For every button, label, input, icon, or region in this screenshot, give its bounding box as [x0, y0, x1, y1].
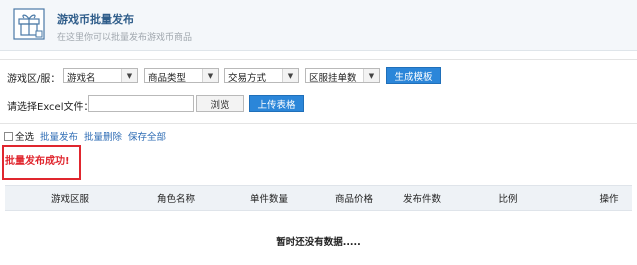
chevron-down-icon: ▼ [282, 69, 298, 82]
batch-actions: 全选 批量发布 批量删除 保存全部 [4, 129, 172, 143]
save-all-link[interactable]: 保存全部 [128, 129, 166, 143]
page-title: 游戏币批量发布 [57, 13, 134, 26]
count-select[interactable]: 区服挂单数 ▼ [305, 68, 380, 84]
column-header-price: 商品价格 [334, 194, 374, 205]
browse-button[interactable]: 浏览 [196, 95, 244, 112]
gift-box-icon [13, 8, 45, 40]
excel-file-input[interactable] [88, 95, 194, 112]
divider [0, 123, 637, 124]
column-header-role-name: 角色名称 [156, 194, 196, 205]
chevron-down-icon: ▼ [363, 69, 379, 82]
type-select[interactable]: 商品类型 ▼ [144, 68, 219, 84]
game-select-value: 游戏名 [67, 73, 96, 84]
upload-table-button[interactable]: 上传表格 [249, 95, 304, 112]
table-header: 游戏区服 角色名称 单件数量 商品价格 发布件数 比例 操作 [5, 185, 632, 211]
column-header-actions: 操作 [599, 194, 619, 205]
column-header-unit-quantity: 单件数量 [249, 194, 289, 205]
game-select[interactable]: 游戏名 ▼ [63, 68, 138, 84]
column-header-region: 游戏区服 [50, 194, 90, 205]
select-all-label: 全选 [15, 132, 35, 143]
column-header-ratio: 比例 [498, 194, 518, 205]
column-header-publish-count: 发布件数 [402, 194, 442, 205]
excel-label: 请选择Excel文件： [7, 102, 94, 113]
success-message: 批量发布成功! [5, 156, 70, 167]
filter-bar: 游戏区/服： 游戏名 ▼ 商品类型 ▼ 交易方式 ▼ 区服挂单数 ▼ 生成模板 … [0, 67, 637, 122]
region-label: 游戏区/服： [7, 74, 61, 85]
select-all-checkbox[interactable] [4, 131, 13, 141]
divider [0, 59, 637, 60]
trade-select[interactable]: 交易方式 ▼ [224, 68, 299, 84]
count-select-value: 区服挂单数 [309, 73, 357, 84]
chevron-down-icon: ▼ [202, 69, 218, 82]
batch-delete-link[interactable]: 批量删除 [84, 129, 122, 143]
page-subtitle: 在这里你可以批量发布游戏币商品 [57, 33, 193, 43]
batch-publish-link[interactable]: 批量发布 [40, 129, 78, 143]
trade-select-value: 交易方式 [228, 73, 267, 84]
generate-template-button[interactable]: 生成模板 [386, 67, 441, 84]
empty-table-message: 暂时还没有数据..... [276, 237, 361, 248]
page-header: 游戏币批量发布 在这里你可以批量发布游戏币商品 [0, 0, 637, 51]
chevron-down-icon: ▼ [121, 69, 137, 82]
type-select-value: 商品类型 [148, 73, 187, 84]
